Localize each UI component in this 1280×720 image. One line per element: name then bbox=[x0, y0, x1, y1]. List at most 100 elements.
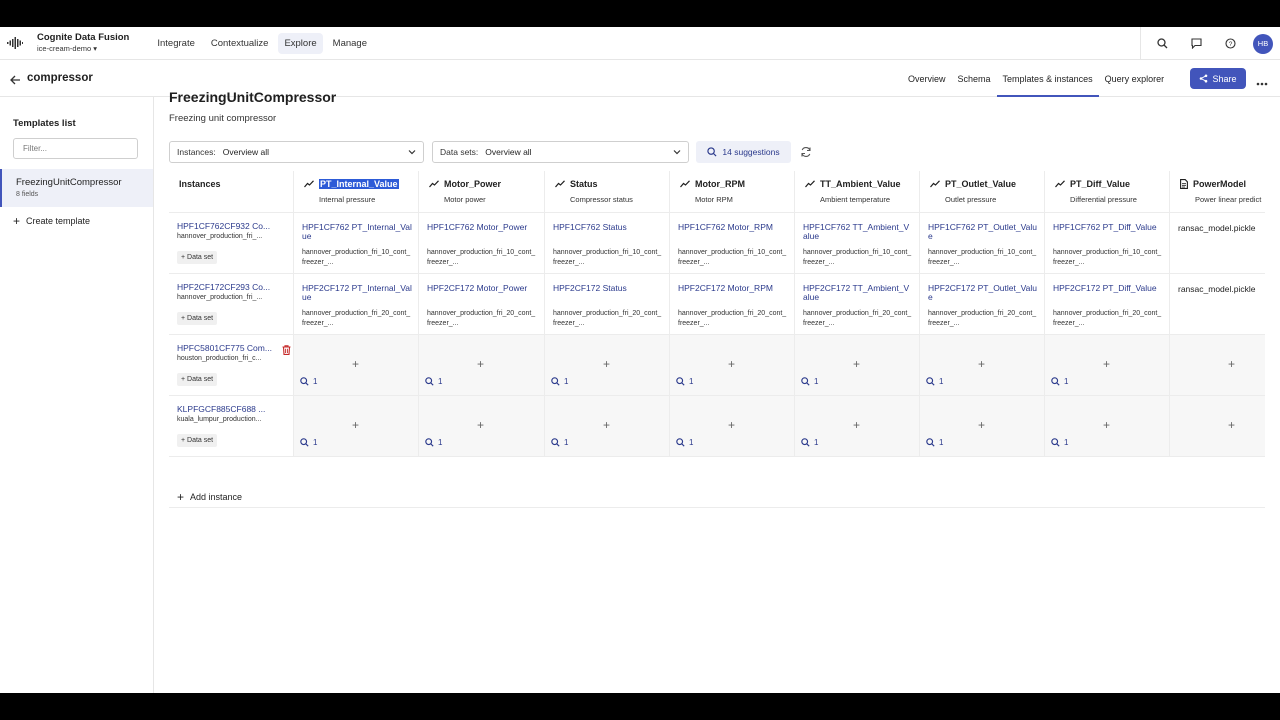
empty-cell[interactable]: +1 bbox=[545, 396, 670, 457]
value-cell[interactable]: HPF1CF762 PT_Outlet_Value hannover_produc… bbox=[920, 213, 1045, 274]
add-value-icon[interactable]: + bbox=[352, 418, 359, 432]
tab-query-explorer[interactable]: Query explorer bbox=[1099, 61, 1171, 97]
refresh-icon[interactable] bbox=[800, 145, 812, 163]
more-options-icon[interactable] bbox=[1256, 73, 1268, 91]
column-header-motor-power[interactable]: Motor_Power Motor power bbox=[419, 171, 545, 213]
create-template-button[interactable]: + Create template bbox=[13, 214, 90, 228]
column-header-tt-ambient-value[interactable]: TT_Ambient_Value Ambient temperature bbox=[795, 171, 920, 213]
suggestion-count[interactable]: 1 bbox=[801, 377, 818, 386]
column-header-pt-outlet-value[interactable]: PT_Outlet_Value Outlet pressure bbox=[920, 171, 1045, 213]
empty-cell[interactable]: +1 bbox=[1045, 335, 1170, 396]
timeseries-link[interactable]: HPF2CF172 PT_Diff_Value bbox=[1053, 284, 1163, 293]
timeseries-link[interactable]: HPF1CF762 TT_Ambient_Value bbox=[803, 223, 913, 240]
instance-name-link[interactable]: HPF1CF762CF932 Co... bbox=[177, 221, 270, 231]
empty-cell[interactable]: +1 bbox=[670, 396, 795, 457]
add-value-icon[interactable]: + bbox=[853, 357, 860, 371]
instance-row-header[interactable]: HPF2CF172CF293 Co... hannover_production_… bbox=[169, 274, 294, 335]
instance-row-header[interactable]: KLPFGCF885CF688 ... kuala_lumpur_producti… bbox=[169, 396, 294, 457]
nav-contextualize[interactable]: Contextualize bbox=[205, 33, 275, 54]
add-data-set-button[interactable]: + Data set bbox=[177, 312, 218, 325]
timeseries-link[interactable]: HPF2CF172 TT_Ambient_Value bbox=[803, 284, 913, 301]
add-data-set-button[interactable]: + Data set bbox=[177, 434, 218, 447]
project-switcher[interactable]: Cognite Data Fusion ice-cream-demo ▾ bbox=[37, 32, 129, 54]
add-value-icon[interactable]: + bbox=[1228, 357, 1235, 371]
empty-cell[interactable]: +1 bbox=[795, 396, 920, 457]
suggestion-count[interactable]: 1 bbox=[425, 377, 442, 386]
add-value-icon[interactable]: + bbox=[1103, 357, 1110, 371]
empty-cell[interactable]: +1 bbox=[545, 335, 670, 396]
user-avatar[interactable]: HB bbox=[1253, 33, 1273, 54]
add-instance-button[interactable]: + Add instance bbox=[177, 490, 242, 504]
help-icon[interactable]: ? bbox=[1213, 27, 1247, 60]
empty-cell[interactable]: + bbox=[1170, 335, 1265, 396]
empty-cell[interactable]: + bbox=[1170, 396, 1265, 457]
suggestion-count[interactable]: 1 bbox=[926, 438, 943, 447]
tab-overview[interactable]: Overview bbox=[902, 61, 952, 97]
datasets-select[interactable]: Data sets: Overview all bbox=[432, 141, 689, 163]
value-cell[interactable]: HPF1CF762 Status hannover_production_fri_… bbox=[545, 213, 670, 274]
column-header-pt-diff-value[interactable]: PT_Diff_Value Differential pressure bbox=[1045, 171, 1170, 213]
suggestion-count[interactable]: 1 bbox=[1051, 438, 1068, 447]
suggestion-count[interactable]: 1 bbox=[551, 438, 568, 447]
instances-select[interactable]: Instances: Overview all bbox=[169, 141, 424, 163]
empty-cell[interactable]: +1 bbox=[1045, 396, 1170, 457]
value-cell[interactable]: HPF2CF172 Motor_RPM hannover_production_f… bbox=[670, 274, 795, 335]
suggestion-count[interactable]: 1 bbox=[676, 377, 693, 386]
empty-cell[interactable]: +1 bbox=[294, 396, 419, 457]
value-cell[interactable]: HPF2CF172 PT_Internal_Value hannover_prod… bbox=[294, 274, 419, 335]
delete-icon[interactable] bbox=[282, 342, 291, 360]
value-cell[interactable]: HPF1CF762 PT_Internal_Value hannover_prod… bbox=[294, 213, 419, 274]
add-value-icon[interactable]: + bbox=[603, 357, 610, 371]
add-value-icon[interactable]: + bbox=[728, 418, 735, 432]
value-cell[interactable]: HPF2CF172 Status hannover_production_fri_… bbox=[545, 274, 670, 335]
value-cell[interactable]: HPF1CF762 Motor_Power hannover_production… bbox=[419, 213, 545, 274]
tab-schema[interactable]: Schema bbox=[952, 61, 997, 97]
add-value-icon[interactable]: + bbox=[477, 357, 484, 371]
value-cell[interactable]: HPF1CF762 Motor_RPM hannover_production_f… bbox=[670, 213, 795, 274]
timeseries-link[interactable]: HPF2CF172 Status bbox=[553, 284, 663, 293]
feedback-icon[interactable] bbox=[1179, 27, 1213, 60]
nav-manage[interactable]: Manage bbox=[327, 33, 373, 54]
suggestion-count[interactable]: 1 bbox=[676, 438, 693, 447]
timeseries-link[interactable]: HPF2CF172 Motor_Power bbox=[427, 284, 537, 293]
timeseries-link[interactable]: HPF2CF172 PT_Outlet_Value bbox=[928, 284, 1038, 301]
timeseries-link[interactable]: HPF1CF762 Status bbox=[553, 223, 663, 232]
column-header-status[interactable]: Status Compressor status bbox=[545, 171, 670, 213]
instance-name-link[interactable]: HPF2CF172CF293 Co... bbox=[177, 282, 270, 292]
suggestion-count[interactable]: 1 bbox=[425, 438, 442, 447]
add-value-icon[interactable]: + bbox=[477, 418, 484, 432]
value-cell[interactable]: HPF1CF762 PT_Diff_Value hannover_producti… bbox=[1045, 213, 1170, 274]
template-item-freezingunitcompressor[interactable]: FreezingUnitCompressor 8 fields bbox=[0, 169, 153, 207]
add-value-icon[interactable]: + bbox=[728, 357, 735, 371]
add-data-set-button[interactable]: + Data set bbox=[177, 251, 218, 264]
nav-integrate[interactable]: Integrate bbox=[151, 33, 201, 54]
timeseries-link[interactable]: HPF1CF762 PT_Diff_Value bbox=[1053, 223, 1163, 232]
empty-cell[interactable]: +1 bbox=[920, 335, 1045, 396]
timeseries-link[interactable]: HPF1CF762 Motor_RPM bbox=[678, 223, 788, 232]
add-value-icon[interactable]: + bbox=[1103, 418, 1110, 432]
add-value-icon[interactable]: + bbox=[352, 357, 359, 371]
value-cell[interactable]: HPF2CF172 PT_Diff_Value hannover_producti… bbox=[1045, 274, 1170, 335]
timeseries-link[interactable]: HPF2CF172 PT_Internal_Value bbox=[302, 284, 412, 301]
value-cell[interactable]: HPF2CF172 PT_Outlet_Value hannover_produc… bbox=[920, 274, 1045, 335]
add-value-icon[interactable]: + bbox=[1228, 418, 1235, 432]
suggestion-count[interactable]: 1 bbox=[801, 438, 818, 447]
value-cell[interactable]: ransac_model.pickle bbox=[1170, 274, 1265, 335]
empty-cell[interactable]: +1 bbox=[920, 396, 1045, 457]
template-filter-input[interactable] bbox=[13, 138, 138, 159]
instance-row-header[interactable]: HPF1CF762CF932 Co... hannover_production_… bbox=[169, 213, 294, 274]
timeseries-link[interactable]: HPF2CF172 Motor_RPM bbox=[678, 284, 788, 293]
timeseries-link[interactable]: HPF1CF762 PT_Internal_Value bbox=[302, 223, 412, 240]
back-arrow-icon[interactable] bbox=[10, 72, 21, 90]
instance-row-header[interactable]: HPFC5801CF775 Com... houston_production_f… bbox=[169, 335, 294, 396]
add-value-icon[interactable]: + bbox=[853, 418, 860, 432]
instance-name-link[interactable]: HPFC5801CF775 Com... bbox=[177, 343, 272, 353]
empty-cell[interactable]: +1 bbox=[670, 335, 795, 396]
timeseries-link[interactable]: HPF1CF762 PT_Outlet_Value bbox=[928, 223, 1038, 240]
value-cell[interactable]: HPF1CF762 TT_Ambient_Value hannover_produ… bbox=[795, 213, 920, 274]
empty-cell[interactable]: +1 bbox=[795, 335, 920, 396]
suggestion-count[interactable]: 1 bbox=[926, 377, 943, 386]
cognite-logo-icon[interactable] bbox=[0, 27, 30, 60]
add-data-set-button[interactable]: + Data set bbox=[177, 373, 218, 386]
empty-cell[interactable]: +1 bbox=[294, 335, 419, 396]
